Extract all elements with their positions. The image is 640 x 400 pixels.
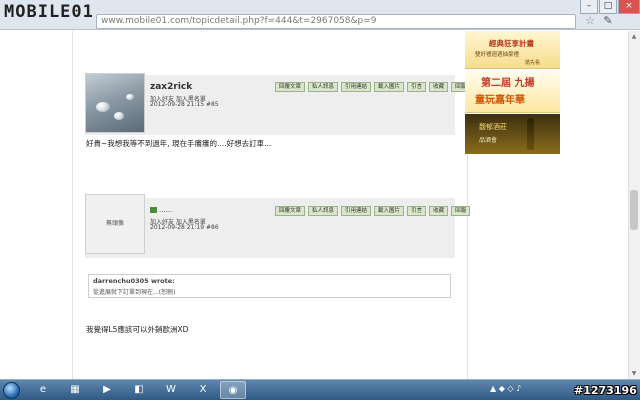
ad-banner[interactable]: 馥郁酒莊 品酒會 <box>465 114 560 154</box>
wine-bottle-icon <box>527 118 534 150</box>
bookmark-star-icon[interactable]: ☆ <box>582 14 598 29</box>
quote-author: darrenchu0305 wrote: <box>93 277 175 285</box>
ad-cta: 搶先看 <box>525 60 541 66</box>
water-drop-icon <box>96 102 110 112</box>
ad-subline: 童玩嘉年華 <box>475 95 525 106</box>
file-explorer-icon[interactable]: ▦ <box>62 381 88 399</box>
water-drop-icon <box>126 94 134 100</box>
quote-block: darrenchu0305 wrote: 從進展就下訂單到現在...(恕刪) <box>88 274 451 298</box>
no-avatar-label: 無頭像 <box>105 220 124 227</box>
content-border-left <box>72 31 73 379</box>
post-action-bar: 回覆文章 私人訊息 引用連結 載入圖片 引言 收藏 回報 <box>275 82 471 92</box>
ad-subline: 雙好禮週週抽豪禮 <box>475 52 520 58</box>
page-content: zax2rick 加入好友 加入黑名單 2012-09-28 21:15 #85… <box>0 31 628 379</box>
quote-button[interactable]: 引言 <box>407 206 427 216</box>
private-message-button[interactable]: 私人訊息 <box>308 82 339 92</box>
chrome-icon[interactable]: ◉ <box>220 381 246 399</box>
wrench-menu-icon[interactable]: ✎ <box>600 14 616 29</box>
load-images-button[interactable]: 載入圖片 <box>374 82 405 92</box>
load-images-button[interactable]: 載入圖片 <box>374 206 405 216</box>
reply-button[interactable]: 回覆文章 <box>275 82 306 92</box>
start-button[interactable] <box>3 382 20 399</box>
report-button[interactable]: 回報 <box>451 206 471 216</box>
post-datetime: 2012-09-28 21:19 #86 <box>150 224 219 231</box>
scroll-down-arrow-icon[interactable]: ▼ <box>630 370 638 378</box>
quote-link-button[interactable]: 引用連結 <box>341 82 372 92</box>
maximize-button[interactable]: □ <box>599 0 617 14</box>
scrollbar-thumb[interactable] <box>630 190 638 230</box>
user-level-icon <box>150 207 157 213</box>
post-datetime: 2012-09-28 21:15 #85 <box>150 101 219 108</box>
ad-subline: 品酒會 <box>479 137 498 144</box>
quote-button[interactable]: 引言 <box>407 82 427 92</box>
avatar[interactable] <box>85 73 145 133</box>
watermark-stamp: #1273196 <box>574 384 637 397</box>
ad-headline: 經典狂享計畫 <box>489 39 534 48</box>
quote-link-button[interactable]: 引用連結 <box>341 206 372 216</box>
ad-headline: 第二屆 九揚 <box>481 78 535 89</box>
reply-button[interactable]: 回覆文章 <box>275 206 306 216</box>
tray-icons[interactable]: ▲ ◆ ◇ ♪ <box>490 384 521 393</box>
avatar[interactable]: 無頭像 <box>85 194 145 254</box>
post-action-bar: 回覆文章 私人訊息 引用連結 載入圖片 引言 收藏 回報 <box>275 206 471 216</box>
address-bar[interactable]: www.mobile01.com/topicdetail.php?f=444&t… <box>96 14 576 29</box>
ad-banner[interactable]: 經典狂享計畫 雙好禮週週抽豪禮 搶先看 <box>465 31 560 69</box>
scroll-up-arrow-icon[interactable]: ▲ <box>630 33 638 41</box>
word-icon[interactable]: W <box>158 381 184 399</box>
site-watermark: MOBILE01 <box>4 2 94 22</box>
post-body: 我覺得L5應該可以外銷歐洲XD <box>86 325 189 334</box>
media-player-icon[interactable]: ▶ <box>94 381 120 399</box>
ie-browser-icon[interactable]: e <box>30 381 56 399</box>
excel-icon[interactable]: X <box>190 381 216 399</box>
favorite-button[interactable]: 收藏 <box>429 206 449 216</box>
app-icon[interactable]: ◧ <box>126 381 152 399</box>
ad-headline: 馥郁酒莊 <box>479 123 507 131</box>
private-message-button[interactable]: 私人訊息 <box>308 206 339 216</box>
post-username[interactable]: ...... <box>159 206 172 214</box>
post-username[interactable]: zax2rick <box>150 82 192 92</box>
close-button[interactable]: × <box>618 0 640 14</box>
ad-banner[interactable]: 第二屆 九揚 童玩嘉年華 <box>465 70 560 113</box>
minimize-button[interactable]: – <box>580 0 598 14</box>
water-drop-icon <box>114 112 124 120</box>
quote-text[interactable]: 從進展就下訂單到現在...(恕刪) <box>93 287 175 296</box>
post-body: 好貴~我想我等不到過年, 現在手癢癢的....好想去訂車... <box>86 139 272 148</box>
favorite-button[interactable]: 收藏 <box>429 82 449 92</box>
